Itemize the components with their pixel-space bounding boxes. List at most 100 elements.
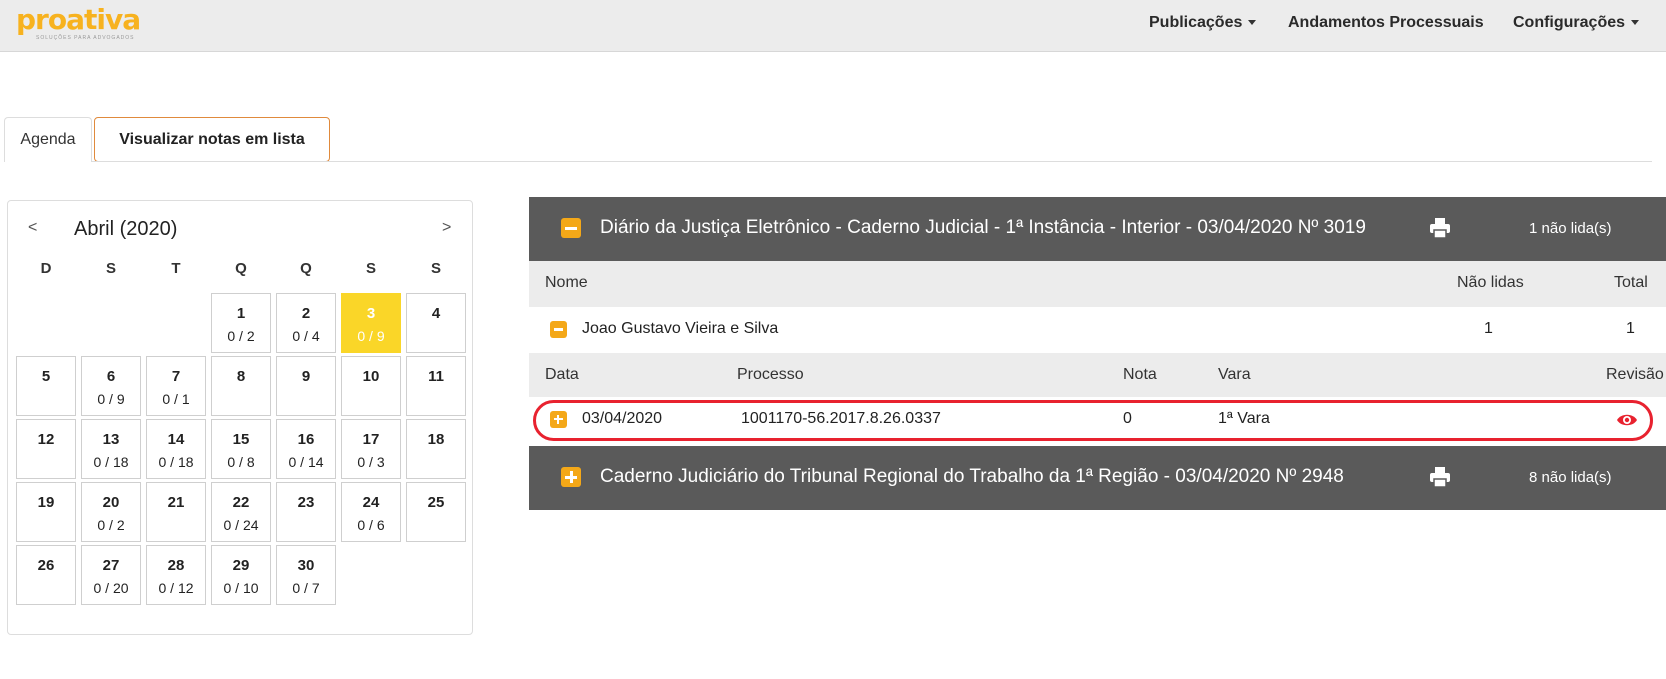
- names-table-header: Nome Não lidas Total: [529, 261, 1666, 307]
- logo-text: proativa: [16, 3, 141, 36]
- calendar-day[interactable]: 16 0 / 14: [276, 419, 336, 479]
- top-navbar: proativa SOLUÇÕES PARA ADVOGADOS Publica…: [0, 0, 1666, 52]
- day-number: 28: [167, 557, 185, 574]
- day-number: 19: [37, 494, 55, 511]
- calendar-day[interactable]: 6 0 / 9: [81, 356, 141, 416]
- print-icon[interactable]: [1429, 217, 1451, 239]
- calendar-day[interactable]: 22 0 / 24: [211, 482, 271, 542]
- day-count: 0 / 8: [227, 454, 255, 470]
- weekday-label: T: [171, 260, 181, 277]
- day-count: 0 / 18: [93, 454, 129, 470]
- chevron-down-icon: [1248, 20, 1257, 26]
- expand-icon[interactable]: [561, 467, 581, 487]
- calendar-day[interactable]: 29 0 / 10: [211, 545, 271, 605]
- col-processo: Processo: [737, 366, 804, 383]
- nav-publicacoes[interactable]: Publicações: [1149, 14, 1257, 32]
- calendar-day[interactable]: 1 0 / 2: [211, 293, 271, 353]
- calendar-day[interactable]: 2 0 / 4: [276, 293, 336, 353]
- day-number: 30: [297, 557, 315, 574]
- day-number: 12: [37, 431, 55, 448]
- day-count: 0 / 20: [93, 580, 129, 596]
- weekday-label: S: [365, 260, 376, 277]
- day-number: 11: [428, 368, 444, 385]
- day-count: 0 / 3: [357, 454, 385, 470]
- calendar-day[interactable]: 7 0 / 1: [146, 356, 206, 416]
- day-number: 10: [362, 368, 380, 385]
- day-count: 0 / 6: [357, 517, 385, 533]
- notes-table-header: Data Processo Nota Vara Revisão: [529, 353, 1666, 399]
- day-number: 21: [167, 494, 185, 511]
- calendar-day[interactable]: 20 0 / 2: [81, 482, 141, 542]
- day-number: 16: [297, 431, 315, 448]
- calendar-day[interactable]: 9: [276, 356, 336, 416]
- publication-header[interactable]: Caderno Judiciário do Tribunal Regional …: [529, 446, 1666, 510]
- day-number: 20: [102, 494, 120, 511]
- day-count: 0 / 18: [158, 454, 194, 470]
- calendar-day[interactable]: 24 0 / 6: [341, 482, 401, 542]
- calendar-day[interactable]: 18: [406, 419, 466, 479]
- table-row[interactable]: Joao Gustavo Vieira e Silva 1 1: [529, 307, 1666, 355]
- calendar-day[interactable]: 5: [16, 356, 76, 416]
- day-number: 26: [37, 557, 55, 574]
- calendar-day[interactable]: 25: [406, 482, 466, 542]
- chevron-down-icon: [1631, 20, 1640, 26]
- day-number: 2: [301, 305, 311, 322]
- calendar-day[interactable]: 23: [276, 482, 336, 542]
- calendar-day[interactable]: 27 0 / 20: [81, 545, 141, 605]
- weekday-label: Q: [235, 260, 247, 277]
- calendar-day[interactable]: 4: [406, 293, 466, 353]
- calendar-day[interactable]: 30 0 / 7: [276, 545, 336, 605]
- calendar-day[interactable]: 17 0 / 3: [341, 419, 401, 479]
- publication-header[interactable]: Diário da Justiça Eletrônico - Caderno J…: [529, 197, 1666, 261]
- day-number: 3: [366, 305, 376, 322]
- print-icon[interactable]: [1429, 466, 1451, 488]
- calendar-day[interactable]: 10: [341, 356, 401, 416]
- calendar-day[interactable]: 28 0 / 12: [146, 545, 206, 605]
- col-nao-lidas: Não lidas: [1457, 274, 1524, 291]
- calendar-day[interactable]: 11: [406, 356, 466, 416]
- day-number: 6: [106, 368, 116, 385]
- day-count: 0 / 9: [97, 391, 125, 407]
- tab-agenda[interactable]: Agenda: [4, 117, 92, 162]
- day-count: 0 / 7: [292, 580, 320, 596]
- calendar-day[interactable]: 13 0 / 18: [81, 419, 141, 479]
- nav-andamentos-processuais[interactable]: Andamentos Processuais: [1288, 14, 1484, 32]
- calendar: < Abril (2020) > DSTQQSS 10 / 220 / 430 …: [7, 200, 473, 635]
- collapse-icon[interactable]: [561, 218, 581, 238]
- day-count: 0 / 9: [357, 328, 385, 344]
- day-number: 15: [232, 431, 250, 448]
- tab-visualizar-lista[interactable]: Visualizar notas em lista: [94, 117, 330, 162]
- collapse-icon[interactable]: [550, 321, 567, 338]
- calendar-day-selected[interactable]: 3 0 / 9: [341, 293, 401, 353]
- day-number: 5: [41, 368, 51, 385]
- calendar-day[interactable]: 21: [146, 482, 206, 542]
- day-count: 0 / 2: [227, 328, 255, 344]
- weekday-label: Q: [300, 260, 312, 277]
- day-number: 29: [232, 557, 250, 574]
- nav-configuracoes[interactable]: Configurações: [1513, 14, 1640, 32]
- calendar-day[interactable]: 19: [16, 482, 76, 542]
- weekday-label: S: [105, 260, 116, 277]
- weekday-label: S: [430, 260, 441, 277]
- calendar-next-button[interactable]: >: [442, 219, 451, 237]
- weekday-label: D: [40, 260, 52, 277]
- day-number: 23: [297, 494, 315, 511]
- calendar-day[interactable]: 8: [211, 356, 271, 416]
- calendar-day[interactable]: 15 0 / 8: [211, 419, 271, 479]
- day-count: 0 / 4: [292, 328, 320, 344]
- total-value: 1: [1626, 320, 1635, 337]
- calendar-day[interactable]: 14 0 / 18: [146, 419, 206, 479]
- logo[interactable]: proativa SOLUÇÕES PARA ADVOGADOS: [16, 3, 141, 42]
- calendar-day[interactable]: 26: [16, 545, 76, 605]
- calendar-title: Abril (2020): [74, 218, 178, 240]
- day-number: 27: [102, 557, 120, 574]
- unread-count: 1 não lida(s): [1529, 220, 1612, 237]
- day-count: 0 / 24: [223, 517, 259, 533]
- calendar-day[interactable]: 12: [16, 419, 76, 479]
- day-number: 4: [431, 305, 441, 322]
- day-number: 22: [232, 494, 250, 511]
- col-nome: Nome: [545, 274, 588, 291]
- calendar-prev-button[interactable]: <: [28, 219, 37, 237]
- col-vara: Vara: [1218, 366, 1251, 383]
- tabs-divider: [92, 161, 1652, 162]
